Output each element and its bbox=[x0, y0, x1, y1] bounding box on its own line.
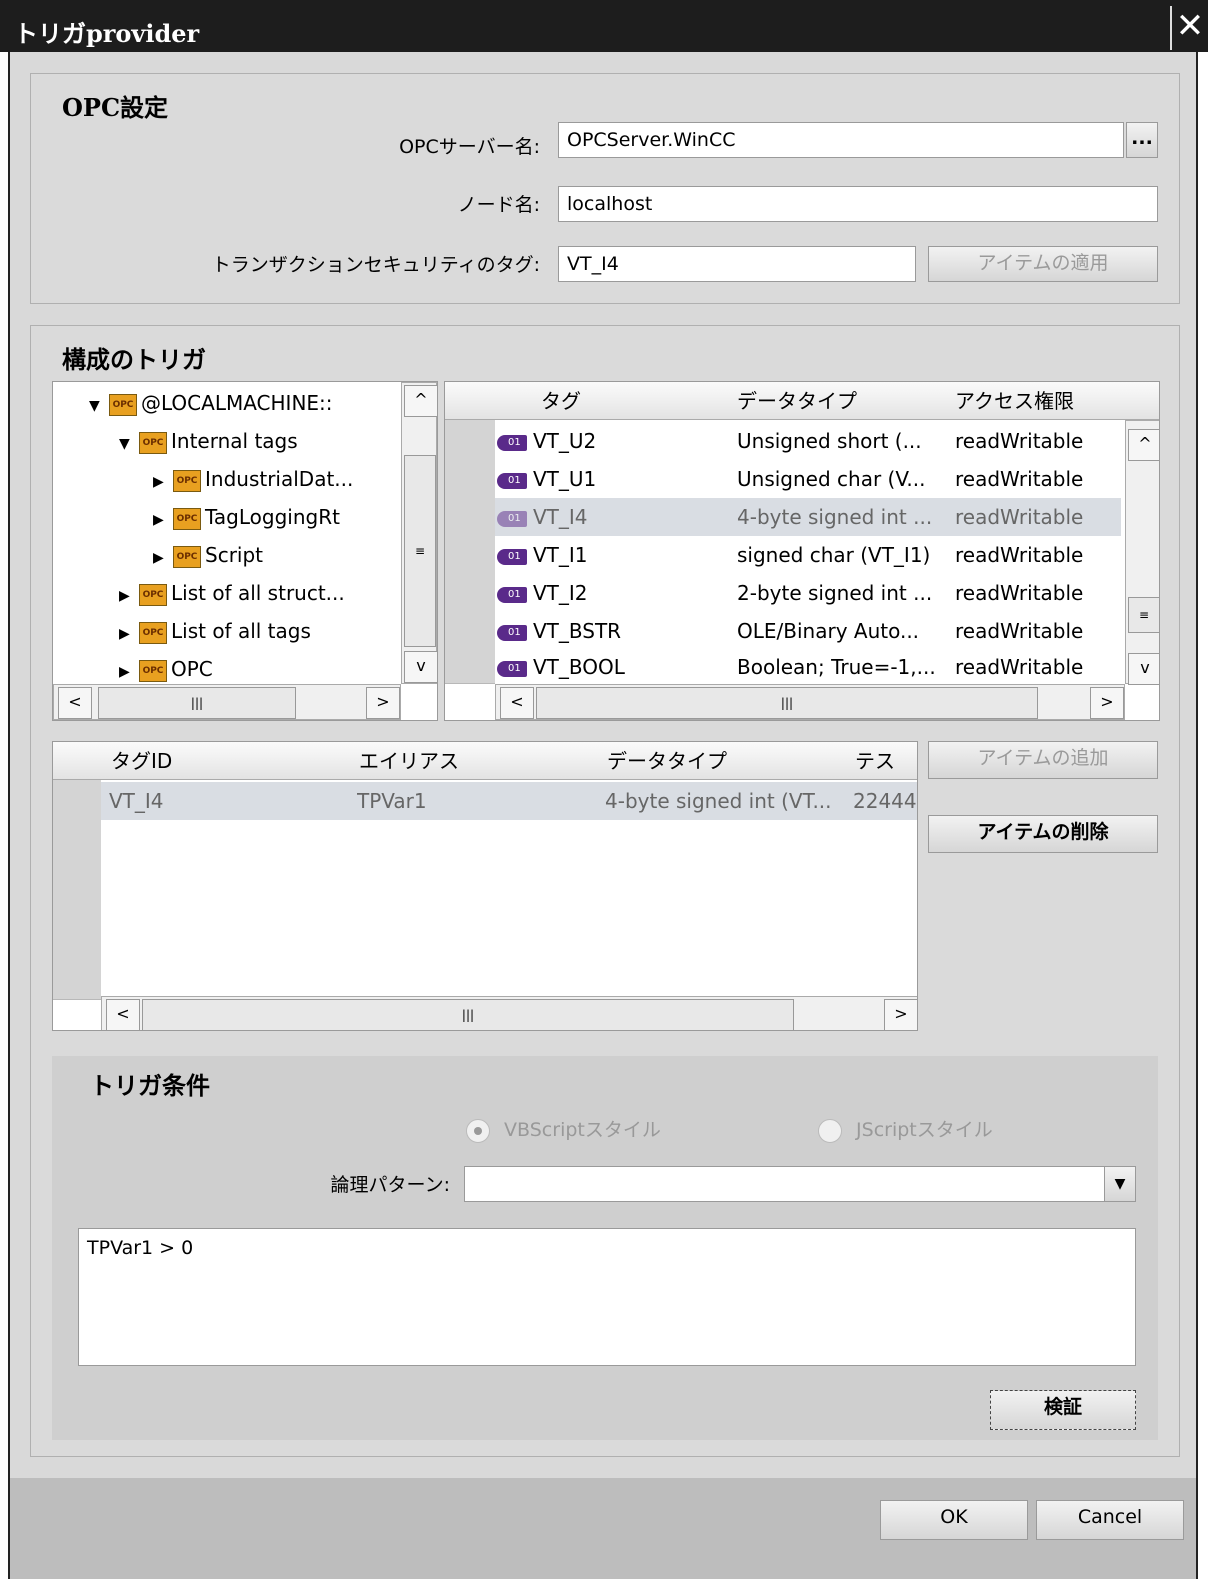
opc-folder-icon: OPC bbox=[109, 393, 137, 416]
cancel-button[interactable]: Cancel bbox=[1036, 1500, 1184, 1540]
table-row[interactable]: VT_I1 signed char (VT_I1) readWritable bbox=[495, 536, 1121, 574]
tag-icon bbox=[497, 434, 527, 451]
tree-node[interactable]: ▶ OPC Script bbox=[153, 536, 263, 574]
tree-node[interactable]: ▶ OPC List of all struct... bbox=[119, 574, 345, 612]
scroll-right-icon[interactable]: > bbox=[1090, 687, 1124, 719]
tag-icon bbox=[497, 624, 527, 641]
table-row[interactable]: VT_I2 2-byte signed int ... readWritable bbox=[495, 574, 1121, 612]
window-title: トリガprovider bbox=[14, 19, 200, 48]
column-header[interactable]: タグID bbox=[111, 742, 172, 780]
column-header[interactable]: データタイプ bbox=[607, 742, 727, 780]
scroll-thumb[interactable]: ||| bbox=[142, 999, 794, 1030]
scroll-left-icon[interactable]: < bbox=[58, 687, 92, 719]
table-row-selected[interactable]: VT_I4 TPVar1 4-byte signed int (VT... 22… bbox=[101, 782, 917, 820]
table-row[interactable]: VT_BSTR OLE/Binary Auto... readWritable bbox=[495, 612, 1121, 650]
scroll-right-icon[interactable]: > bbox=[366, 687, 400, 719]
scroll-thumb[interactable]: ||| bbox=[98, 687, 296, 719]
scroll-up-icon[interactable]: ^ bbox=[404, 385, 437, 417]
tag-grid: タグ データタイプ アクセス権限 VT_U2 Unsigned short (.… bbox=[444, 381, 1160, 721]
tree-vertical-scrollbar[interactable]: ^ ≡ v bbox=[401, 382, 437, 684]
tree-node[interactable]: ▶ OPC IndustrialDat... bbox=[153, 460, 353, 498]
close-icon[interactable]: ✕ bbox=[1170, 6, 1208, 50]
title-bar: トリガprovider ✕ bbox=[0, 0, 1208, 52]
column-header[interactable]: テス bbox=[855, 742, 895, 780]
opc-settings-title: OPC設定 bbox=[62, 93, 169, 122]
tree-node[interactable]: ▶ OPC TagLoggingRt bbox=[153, 498, 340, 536]
browse-button[interactable]: ... bbox=[1126, 122, 1158, 158]
logic-pattern-select[interactable] bbox=[464, 1166, 1136, 1202]
table-row[interactable]: VT_U1 Unsigned char (V... readWritable bbox=[495, 460, 1121, 498]
chevron-down-icon[interactable]: ▼ bbox=[1104, 1166, 1136, 1202]
opc-folder-icon: OPC bbox=[173, 469, 201, 492]
vbscript-radio[interactable]: VBScriptスタイル bbox=[466, 1115, 661, 1143]
trigger-config-title: 構成のトリガ bbox=[62, 345, 206, 374]
add-item-button[interactable]: アイテムの追加 bbox=[928, 741, 1158, 779]
row-header-column bbox=[53, 780, 101, 1000]
security-tag-input[interactable]: VT_I4 bbox=[558, 246, 916, 282]
expression-textarea[interactable]: TPVar1 > 0 bbox=[78, 1228, 1136, 1366]
node-label: ノード名: bbox=[457, 194, 540, 216]
scroll-left-icon[interactable]: < bbox=[106, 999, 140, 1030]
server-input[interactable]: OPCServer.WinCC bbox=[558, 122, 1124, 158]
table-row[interactable]: VT_BOOL Boolean; True=-1,... readWritabl… bbox=[495, 648, 1121, 686]
row-header-column bbox=[445, 420, 495, 684]
tree-horizontal-scrollbar[interactable]: < ||| > bbox=[53, 684, 401, 720]
item-grid-header: タグID エイリアス データタイプ テス bbox=[53, 742, 917, 780]
opc-folder-icon: OPC bbox=[139, 621, 167, 644]
tree-node[interactable]: ▶ OPC OPC bbox=[119, 650, 213, 688]
opc-folder-icon: OPC bbox=[173, 545, 201, 568]
opc-folder-icon: OPC bbox=[139, 431, 167, 454]
tree-node[interactable]: ▶ OPC List of all tags bbox=[119, 612, 311, 650]
table-row-selected[interactable]: VT_I4 4-byte signed int ... readWritable bbox=[495, 498, 1121, 536]
column-header[interactable]: エイリアス bbox=[359, 742, 459, 780]
item-grid-horizontal-scrollbar[interactable]: < ||| > bbox=[101, 996, 917, 1030]
node-input[interactable]: localhost bbox=[558, 186, 1158, 222]
tag-icon bbox=[497, 548, 527, 565]
logic-pattern-label: 論理パターン: bbox=[330, 1174, 450, 1196]
delete-item-button[interactable]: アイテムの削除 bbox=[928, 815, 1158, 853]
column-header[interactable]: アクセス権限 bbox=[955, 382, 1074, 420]
ok-button[interactable]: OK bbox=[880, 1500, 1028, 1540]
server-label: OPCサーバー名: bbox=[399, 136, 540, 158]
scroll-thumb[interactable]: ≡ bbox=[404, 455, 436, 647]
tag-icon bbox=[497, 472, 527, 489]
scroll-thumb[interactable]: ≡ bbox=[1128, 597, 1159, 633]
tree-node[interactable]: ▼ OPC Internal tags bbox=[119, 422, 298, 460]
apply-item-button[interactable]: アイテムの適用 bbox=[928, 246, 1158, 282]
tag-grid-horizontal-scrollbar[interactable]: < ||| > bbox=[495, 684, 1125, 720]
radio-icon bbox=[818, 1118, 842, 1143]
scroll-down-icon[interactable]: v bbox=[1128, 653, 1159, 685]
radio-icon bbox=[466, 1118, 490, 1143]
scroll-up-icon[interactable]: ^ bbox=[1128, 429, 1159, 461]
scroll-right-icon[interactable]: > bbox=[884, 999, 917, 1030]
tag-grid-header: タグ データタイプ アクセス権限 bbox=[445, 382, 1159, 420]
opc-folder-icon: OPC bbox=[139, 659, 167, 682]
opc-folder-icon: OPC bbox=[139, 583, 167, 606]
verify-button[interactable]: 検証 bbox=[990, 1390, 1136, 1430]
scroll-down-icon[interactable]: v bbox=[404, 651, 437, 683]
opc-folder-icon: OPC bbox=[173, 507, 201, 530]
column-header[interactable]: タグ bbox=[541, 382, 581, 420]
tag-icon bbox=[497, 586, 527, 603]
tag-icon bbox=[497, 510, 527, 527]
scroll-left-icon[interactable]: < bbox=[500, 687, 534, 719]
security-tag-label: トランザクションセキュリティのタグ: bbox=[211, 254, 540, 276]
table-row[interactable]: VT_U2 Unsigned short (... readWritable bbox=[495, 422, 1121, 460]
item-grid: タグID エイリアス データタイプ テス VT_I4 TPVar1 4-byte… bbox=[52, 741, 918, 1031]
tag-tree: ▼ OPC @LOCALMACHINE:: ▼ OPC Internal tags ▶ O… bbox=[52, 381, 438, 721]
jscript-radio[interactable]: JScriptスタイル bbox=[818, 1115, 993, 1143]
tree-node[interactable]: ▼ OPC @LOCALMACHINE:: bbox=[89, 384, 333, 422]
tag-grid-vertical-scrollbar[interactable]: ^ ≡ v bbox=[1125, 420, 1159, 685]
column-header[interactable]: データタイプ bbox=[737, 382, 857, 420]
tag-icon bbox=[497, 660, 527, 677]
trigger-condition-title: トリガ条件 bbox=[90, 1071, 210, 1100]
scroll-thumb[interactable]: ||| bbox=[536, 687, 1038, 719]
